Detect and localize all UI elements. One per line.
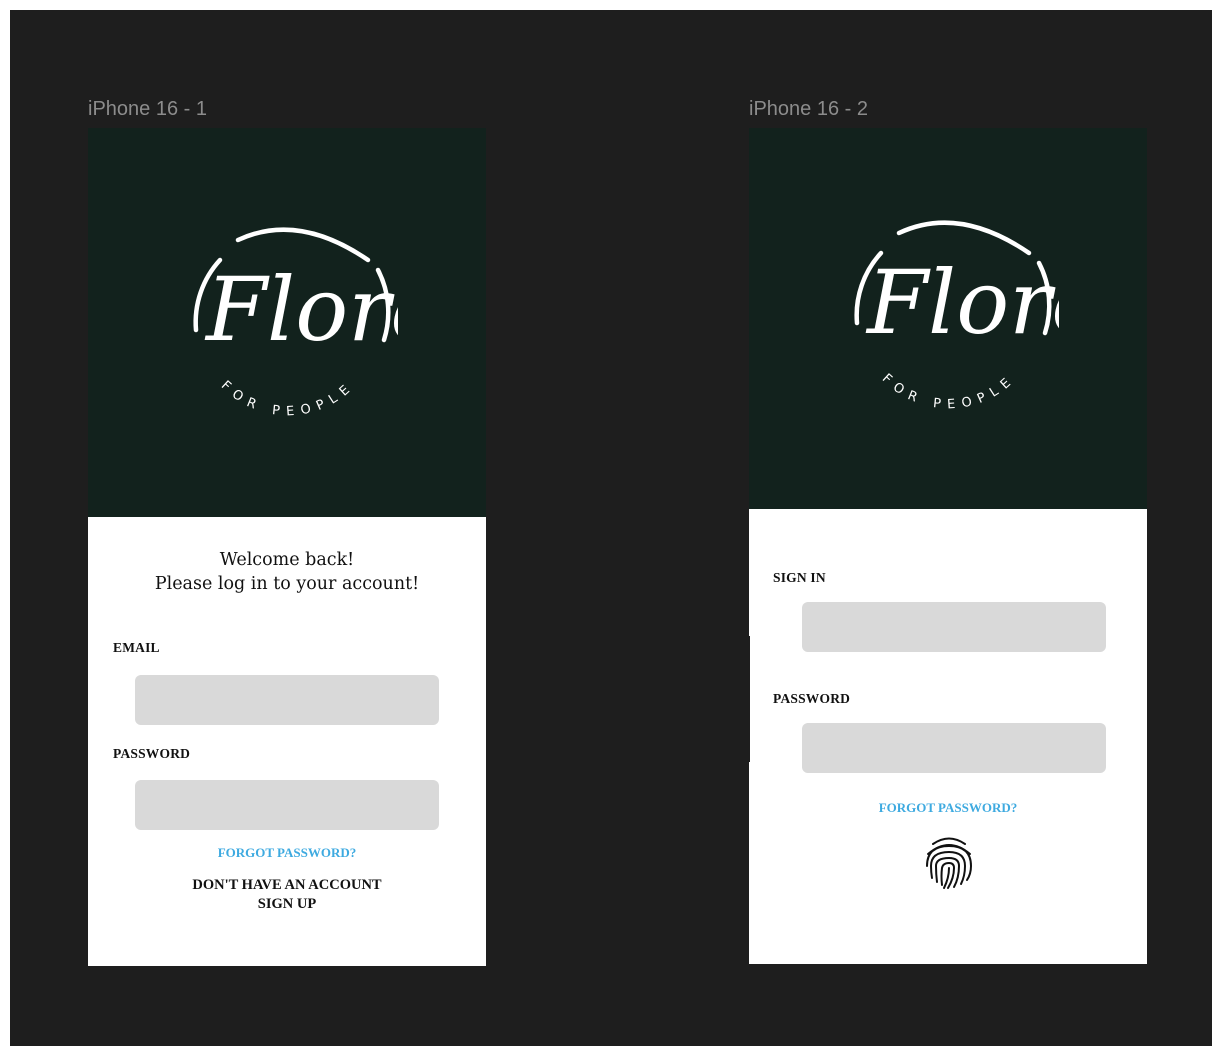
welcome-heading: Welcome back! Please log in to your acco…	[88, 548, 486, 596]
email-field[interactable]	[135, 675, 439, 725]
logo-wordmark: Flore	[204, 258, 398, 361]
flore-logo: Flore FOR PEOPLE	[178, 210, 398, 430]
welcome-line-2: Please log in to your account!	[154, 574, 420, 594]
logo-wordmark: Flore	[865, 251, 1059, 354]
fingerprint-icon[interactable]	[923, 834, 975, 890]
signup-link[interactable]: SIGN UP	[88, 895, 486, 914]
forgot-password-link[interactable]: FORGOT PASSWORD?	[88, 845, 486, 861]
signin-field[interactable]	[802, 602, 1106, 652]
logo-tagline: FOR PEOPLE	[218, 378, 358, 419]
password-label: PASSWORD	[113, 746, 191, 761]
hero-panel: Flore FOR PEOPLE	[749, 128, 1147, 509]
forgot-password-link[interactable]: FORGOT PASSWORD?	[749, 800, 1147, 816]
frame-iphone-16-1: Flore FOR PEOPLE Welcome back! Please lo…	[88, 128, 486, 966]
email-label: EMAIL	[113, 640, 160, 655]
signup-prompt[interactable]: DON'T HAVE AN ACCOUNT SIGN UP	[88, 876, 486, 914]
signup-text: DON'T HAVE AN ACCOUNT	[192, 877, 382, 893]
logo-tagline: FOR PEOPLE	[879, 371, 1019, 412]
flore-logo: Flore FOR PEOPLE	[839, 203, 1059, 423]
frame-label-2[interactable]: iPhone 16 - 2	[749, 98, 868, 121]
welcome-line-1: Welcome back!	[219, 550, 355, 570]
frame-label-1[interactable]: iPhone 16 - 1	[88, 98, 207, 121]
password-field[interactable]	[802, 723, 1106, 773]
signin-label: SIGN IN	[773, 570, 826, 585]
password-field[interactable]	[135, 780, 439, 830]
hero-panel: Flore FOR PEOPLE	[88, 128, 486, 517]
password-label: PASSWORD	[773, 691, 851, 706]
frame-edge-notch	[748, 636, 750, 762]
design-canvas: iPhone 16 - 1 Flore FOR PEOPLE	[10, 10, 1212, 1046]
frame-iphone-16-2: Flore FOR PEOPLE SIGN IN PASSWORD FORGOT…	[749, 128, 1147, 964]
